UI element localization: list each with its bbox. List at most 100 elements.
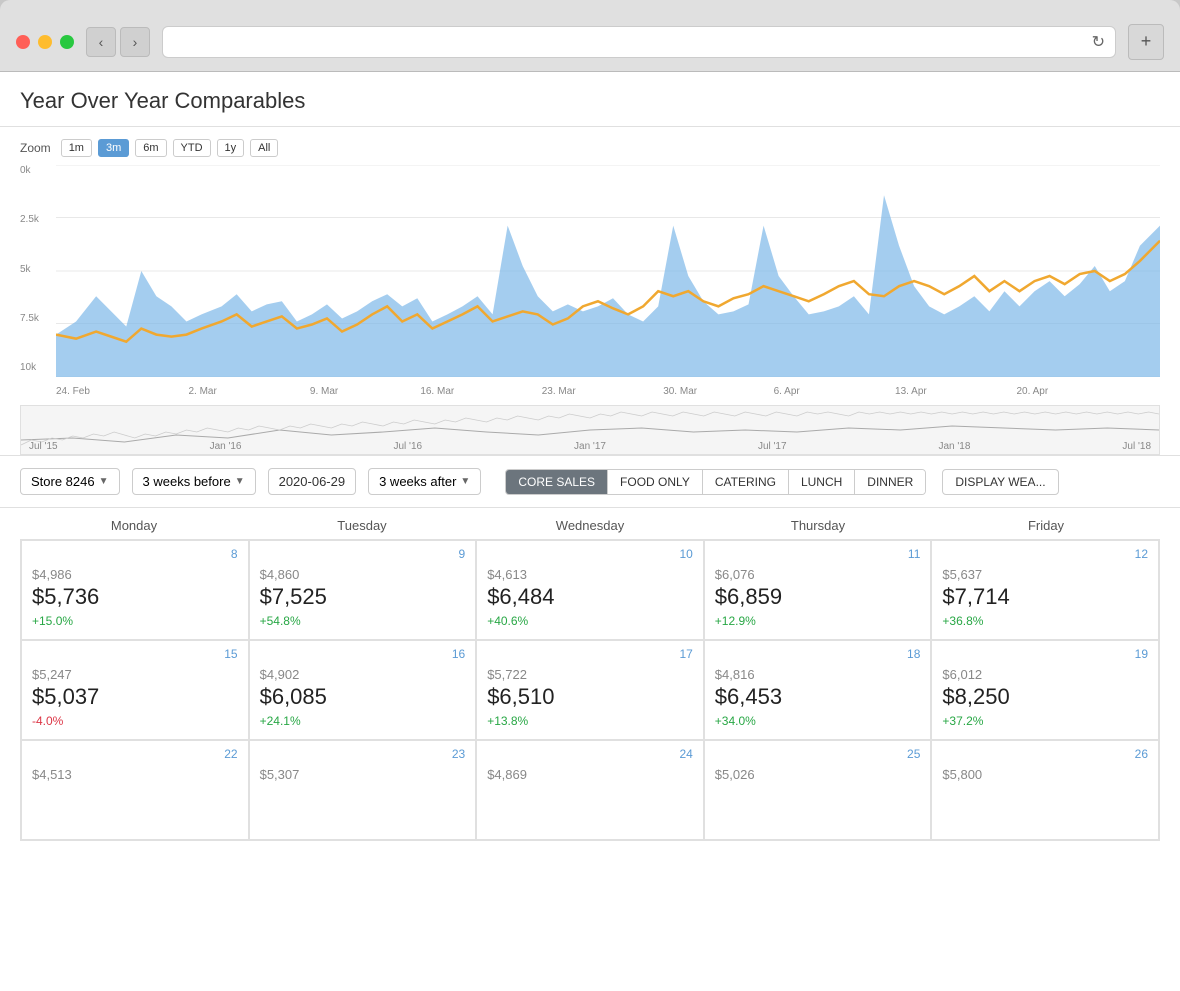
mini-label-jul17: Jul '17 [758, 441, 787, 452]
calendar-section: Monday Tuesday Wednesday Thursday Friday… [0, 508, 1180, 841]
mini-label-jan17: Jan '17 [574, 441, 606, 452]
x-label-apr20: 20. Apr [1016, 386, 1048, 397]
prev-value: $5,307 [260, 767, 466, 782]
col-header-tuesday: Tuesday [248, 518, 476, 533]
prev-value: $6,076 [715, 567, 921, 582]
calendar-grid: 8 $4,986 $5,736 +15.0% 9 $4,860 $7,525 +… [20, 539, 1160, 841]
browser-chrome: ‹ › ↻ + [0, 0, 1180, 72]
y-label-2.5k: 2.5k [20, 214, 56, 225]
cal-cell-fri-26: 26 $5,800 [931, 740, 1159, 840]
cal-cell-mon-15: 15 $5,247 $5,037 -4.0% [21, 640, 249, 740]
back-button[interactable]: ‹ [86, 27, 116, 57]
mini-label-jul18: Jul '18 [1122, 441, 1151, 452]
change-pct: -4.0% [32, 714, 238, 728]
zoom-3m[interactable]: 3m [98, 139, 129, 157]
prev-value: $5,247 [32, 667, 238, 682]
chart-section: Zoom 1m 3m 6m YTD 1y All 10k 7.5k 5k 2.5… [0, 127, 1180, 456]
x-axis-labels: 24. Feb 2. Mar 9. Mar 16. Mar 23. Mar 30… [56, 377, 1160, 405]
prev-value: $5,637 [942, 567, 1148, 582]
cal-cell-fri-19: 19 $6,012 $8,250 +37.2% [931, 640, 1159, 740]
cal-cell-tue-16: 16 $4,902 $6,085 +24.1% [249, 640, 477, 740]
y-axis-labels: 10k 7.5k 5k 2.5k 0k [20, 165, 56, 377]
zoom-6m[interactable]: 6m [135, 139, 166, 157]
prev-value: $5,722 [487, 667, 693, 682]
cal-cell-wed-10: 10 $4,613 $6,484 +40.6% [476, 540, 704, 640]
metric-dinner[interactable]: DINNER [855, 470, 925, 494]
curr-value: $7,714 [942, 584, 1148, 610]
display-weather-button[interactable]: DISPLAY WEA... [942, 469, 1058, 495]
weeks-before-selector[interactable]: 3 weeks before ▼ [132, 468, 256, 495]
fullscreen-button[interactable] [60, 35, 74, 49]
zoom-1m[interactable]: 1m [61, 139, 92, 157]
day-number: 9 [260, 547, 466, 561]
cal-cell-tue-9: 9 $4,860 $7,525 +54.8% [249, 540, 477, 640]
day-number: 12 [942, 547, 1148, 561]
day-number: 22 [32, 747, 238, 761]
day-number: 16 [260, 647, 466, 661]
col-header-wednesday: Wednesday [476, 518, 704, 533]
new-tab-button[interactable]: + [1128, 24, 1164, 60]
metric-food-only[interactable]: FOOD ONLY [608, 470, 703, 494]
metric-catering[interactable]: CATERING [703, 470, 789, 494]
curr-value: $6,453 [715, 684, 921, 710]
date-picker[interactable]: 2020-06-29 [268, 468, 357, 495]
change-pct: +54.8% [260, 614, 466, 628]
x-label-mar9: 9. Mar [310, 386, 338, 397]
prev-value: $4,869 [487, 767, 693, 782]
weeks-before-chevron-icon: ▼ [235, 476, 245, 487]
curr-value: $7,525 [260, 584, 466, 610]
store-selector[interactable]: Store 8246 ▼ [20, 468, 120, 495]
cal-cell-mon-8: 8 $4,986 $5,736 +15.0% [21, 540, 249, 640]
prev-value: $4,513 [32, 767, 238, 782]
metric-core-sales[interactable]: CORE SALES [506, 470, 608, 494]
day-number: 24 [487, 747, 693, 761]
prev-value: $5,800 [942, 767, 1148, 782]
zoom-1y[interactable]: 1y [217, 139, 245, 157]
weeks-after-selector[interactable]: 3 weeks after ▼ [368, 468, 481, 495]
mini-navigator-chart[interactable]: Jul '15 Jan '16 Jul '16 Jan '17 Jul '17 … [20, 405, 1160, 455]
day-number: 25 [715, 747, 921, 761]
cal-cell-wed-17: 17 $5,722 $6,510 +13.8% [476, 640, 704, 740]
y-label-10k: 10k [20, 362, 56, 373]
day-number: 19 [942, 647, 1148, 661]
curr-value: $5,736 [32, 584, 238, 610]
main-chart: 10k 7.5k 5k 2.5k 0k [20, 165, 1160, 405]
forward-button[interactable]: › [120, 27, 150, 57]
zoom-label: Zoom [20, 141, 51, 155]
metric-button-group: CORE SALES FOOD ONLY CATERING LUNCH DINN… [505, 469, 926, 495]
curr-value: $6,484 [487, 584, 693, 610]
reload-icon[interactable]: ↻ [1092, 32, 1105, 52]
day-number: 26 [942, 747, 1148, 761]
change-pct: +15.0% [32, 614, 238, 628]
cal-cell-thu-11: 11 $6,076 $6,859 +12.9% [704, 540, 932, 640]
day-number: 15 [32, 647, 238, 661]
mini-label-jan16: Jan '16 [210, 441, 242, 452]
change-pct: +34.0% [715, 714, 921, 728]
curr-value: $6,859 [715, 584, 921, 610]
address-bar[interactable]: ↻ [162, 26, 1116, 58]
cal-cell-wed-24: 24 $4,869 [476, 740, 704, 840]
metric-lunch[interactable]: LUNCH [789, 470, 855, 494]
zoom-ytd[interactable]: YTD [173, 139, 211, 157]
cal-cell-tue-23: 23 $5,307 [249, 740, 477, 840]
zoom-all[interactable]: All [250, 139, 278, 157]
minimize-button[interactable] [38, 35, 52, 49]
close-button[interactable] [16, 35, 30, 49]
page-header: Year Over Year Comparables [0, 72, 1180, 127]
cal-cell-thu-18: 18 $4,816 $6,453 +34.0% [704, 640, 932, 740]
curr-value: $6,510 [487, 684, 693, 710]
day-number: 17 [487, 647, 693, 661]
page: Year Over Year Comparables Zoom 1m 3m 6m… [0, 72, 1180, 991]
weeks-before-label: 3 weeks before [143, 474, 231, 489]
mini-label-jul16: Jul '16 [393, 441, 422, 452]
nav-buttons: ‹ › [86, 27, 150, 57]
line-area-chart [56, 165, 1160, 377]
calendar-header: Monday Tuesday Wednesday Thursday Friday [20, 508, 1160, 539]
cal-cell-fri-12: 12 $5,637 $7,714 +36.8% [931, 540, 1159, 640]
mini-label-jan18: Jan '18 [939, 441, 971, 452]
store-chevron-icon: ▼ [99, 476, 109, 487]
day-number: 8 [32, 547, 238, 561]
y-label-7.5k: 7.5k [20, 313, 56, 324]
traffic-lights [16, 35, 74, 49]
change-pct: +13.8% [487, 714, 693, 728]
